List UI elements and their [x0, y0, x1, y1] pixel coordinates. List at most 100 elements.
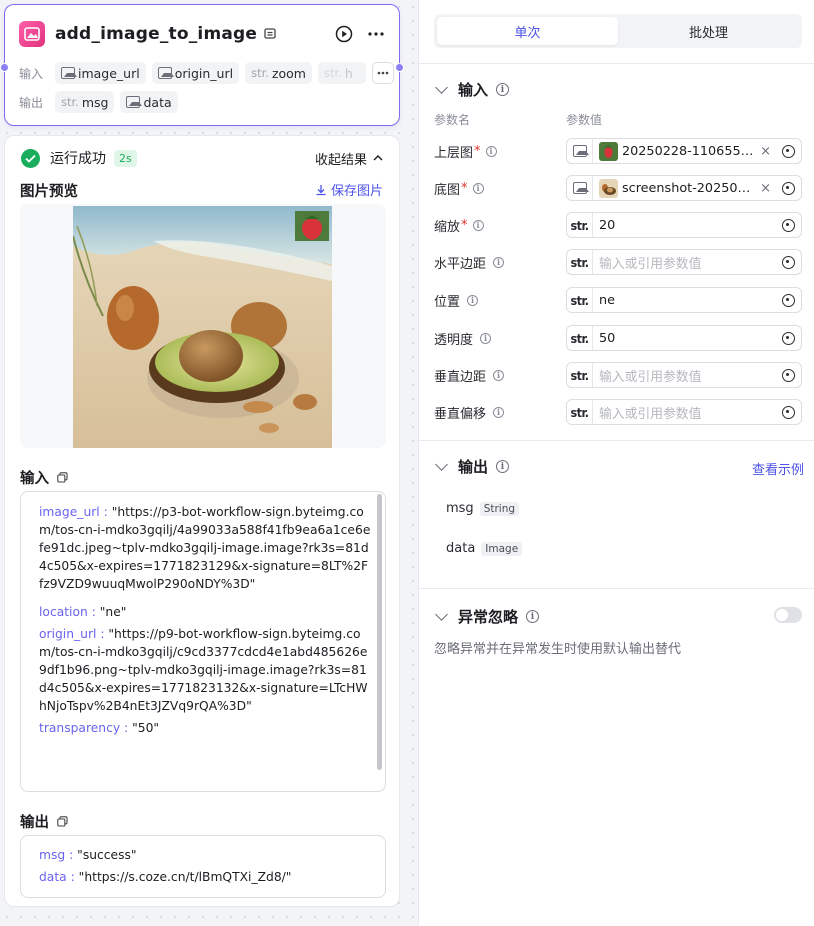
- reference-variable-icon[interactable]: [775, 218, 801, 232]
- info-icon[interactable]: i: [480, 332, 492, 344]
- param-row-base-image: 底图* i screenshot-20250228-110534.png ×: [434, 175, 802, 201]
- reference-variable-icon[interactable]: [775, 331, 801, 345]
- base-image-field[interactable]: screenshot-20250228-110534.png ×: [566, 175, 802, 201]
- exception-ignore-toggle[interactable]: [774, 607, 802, 623]
- divider: [419, 440, 814, 441]
- chevron-down-icon: [435, 608, 448, 621]
- reference-variable-icon[interactable]: [775, 293, 801, 307]
- more-icon[interactable]: [367, 25, 385, 43]
- position-field[interactable]: str. ne: [566, 287, 802, 313]
- file-name: screenshot-20250228-110534.png: [622, 180, 756, 196]
- top-image-field[interactable]: 20250228-110655.jpeg ×: [566, 138, 802, 164]
- exception-section-header[interactable]: 异常忽略 i: [434, 606, 540, 627]
- node-image-icon: [19, 21, 45, 47]
- input-handle[interactable]: [0, 63, 9, 72]
- input-json-viewer[interactable]: image_url : "https://p3-bot-workflow-sig…: [20, 491, 386, 792]
- info-icon[interactable]: i: [472, 182, 484, 194]
- info-icon[interactable]: i: [493, 256, 505, 268]
- save-image-button[interactable]: 保存图片: [315, 180, 383, 199]
- input-chip-h: str. h: [317, 62, 366, 84]
- json-value: "success": [77, 848, 137, 862]
- param-label-text: 底图: [434, 182, 461, 198]
- param-row-vertical-offset: 垂直偏移 i str. 输入或引用参数值: [434, 399, 802, 425]
- column-param-value: 参数值: [566, 113, 603, 127]
- duration-badge: 2s: [114, 149, 137, 167]
- vertical-margin-placeholder[interactable]: 输入或引用参数值: [593, 366, 775, 385]
- vertical-offset-field[interactable]: str. 输入或引用参数值: [566, 399, 802, 425]
- copy-icon[interactable]: [57, 816, 68, 827]
- info-icon[interactable]: i: [526, 610, 540, 623]
- json-entry: msg : "success": [39, 848, 137, 862]
- input-section-label: 输入: [458, 81, 489, 99]
- param-label-text: 位置: [434, 294, 461, 310]
- chevron-up-icon: [373, 155, 383, 161]
- preview-title: 图片预览: [20, 184, 78, 200]
- json-key: data: [39, 870, 67, 884]
- output-json-viewer[interactable]: msg : "success" data : "https://s.coze.c…: [20, 835, 386, 898]
- zoom-field[interactable]: str. 20: [566, 212, 802, 238]
- transparency-value[interactable]: 50: [593, 331, 775, 346]
- horizontal-margin-field[interactable]: str. 输入或引用参数值: [566, 249, 802, 275]
- json-entry: transparency : "50": [39, 721, 160, 735]
- reference-variable-icon[interactable]: [775, 181, 801, 195]
- preview-image[interactable]: [73, 206, 332, 448]
- info-icon[interactable]: i: [493, 406, 505, 418]
- scrollbar[interactable]: [377, 494, 382, 770]
- required-mark: *: [461, 180, 468, 196]
- output-name: data: [446, 541, 476, 556]
- string-type-icon: str.: [567, 288, 593, 312]
- position-value[interactable]: ne: [593, 293, 775, 308]
- output-type-tag: Image: [481, 541, 523, 556]
- info-icon[interactable]: i: [496, 460, 510, 473]
- info-icon[interactable]: i: [496, 83, 510, 96]
- download-icon: [316, 184, 326, 195]
- output-chip-msg: str. msg: [55, 91, 115, 113]
- node-input-row: 输入 image_url origin_url str. zoom str. h: [19, 62, 394, 84]
- info-icon[interactable]: i: [485, 145, 497, 157]
- view-example-link[interactable]: 查看示例: [752, 459, 804, 478]
- json-value: "50": [132, 721, 160, 735]
- reference-variable-icon[interactable]: [775, 144, 801, 158]
- output-section-header[interactable]: 输出 i: [434, 456, 510, 477]
- transparency-field[interactable]: str. 50: [566, 325, 802, 351]
- reference-variable-icon[interactable]: [775, 368, 801, 382]
- vertical-margin-field[interactable]: str. 输入或引用参数值: [566, 362, 802, 388]
- info-icon[interactable]: i: [467, 294, 479, 306]
- image-type-icon: [567, 139, 593, 163]
- clear-icon[interactable]: ×: [760, 144, 771, 159]
- json-key: origin_url: [39, 627, 97, 641]
- file-value: 20250228-110655.jpeg: [593, 141, 757, 161]
- horizontal-margin-placeholder[interactable]: 输入或引用参数值: [593, 253, 775, 272]
- input-chip-zoom: str. zoom: [245, 62, 312, 84]
- input-title: 输入: [20, 471, 49, 487]
- string-type-icon: str.: [567, 363, 593, 387]
- more-inputs-button[interactable]: [371, 62, 394, 84]
- param-label: 垂直边距 i: [434, 366, 566, 385]
- tab-single[interactable]: 单次: [437, 17, 618, 45]
- json-entry: image_url : "https://p3-bot-workflow-sig…: [39, 505, 371, 591]
- reference-variable-icon[interactable]: [775, 255, 801, 269]
- string-type-icon: str.: [567, 250, 593, 274]
- output-handle[interactable]: [395, 63, 404, 72]
- reference-variable-icon[interactable]: [775, 405, 801, 419]
- workflow-node[interactable]: add_image_to_image 输入 image_url origin_u…: [0, 4, 404, 126]
- input-section-header[interactable]: 输入 i: [434, 79, 510, 100]
- tab-batch[interactable]: 批处理: [618, 17, 799, 45]
- collapse-result-button[interactable]: 收起结果: [315, 149, 383, 168]
- info-icon[interactable]: i: [472, 219, 484, 231]
- file-name: 20250228-110655.jpeg: [622, 143, 757, 159]
- json-key: image_url: [39, 505, 100, 519]
- copy-icon[interactable]: [57, 472, 68, 483]
- run-status: 运行成功: [50, 151, 106, 167]
- file-value: screenshot-20250228-110534.png: [593, 178, 756, 198]
- json-key: msg: [39, 848, 66, 862]
- run-icon[interactable]: [335, 25, 353, 43]
- output-name: msg: [446, 501, 474, 516]
- node-tag-icon[interactable]: [263, 27, 277, 41]
- info-icon[interactable]: i: [493, 369, 505, 381]
- node-input-label: 输入: [19, 66, 44, 81]
- zoom-value[interactable]: 20: [593, 218, 775, 233]
- vertical-offset-placeholder[interactable]: 输入或引用参数值: [593, 403, 775, 422]
- input-section-title: 输入: [20, 467, 68, 488]
- clear-icon[interactable]: ×: [760, 181, 771, 196]
